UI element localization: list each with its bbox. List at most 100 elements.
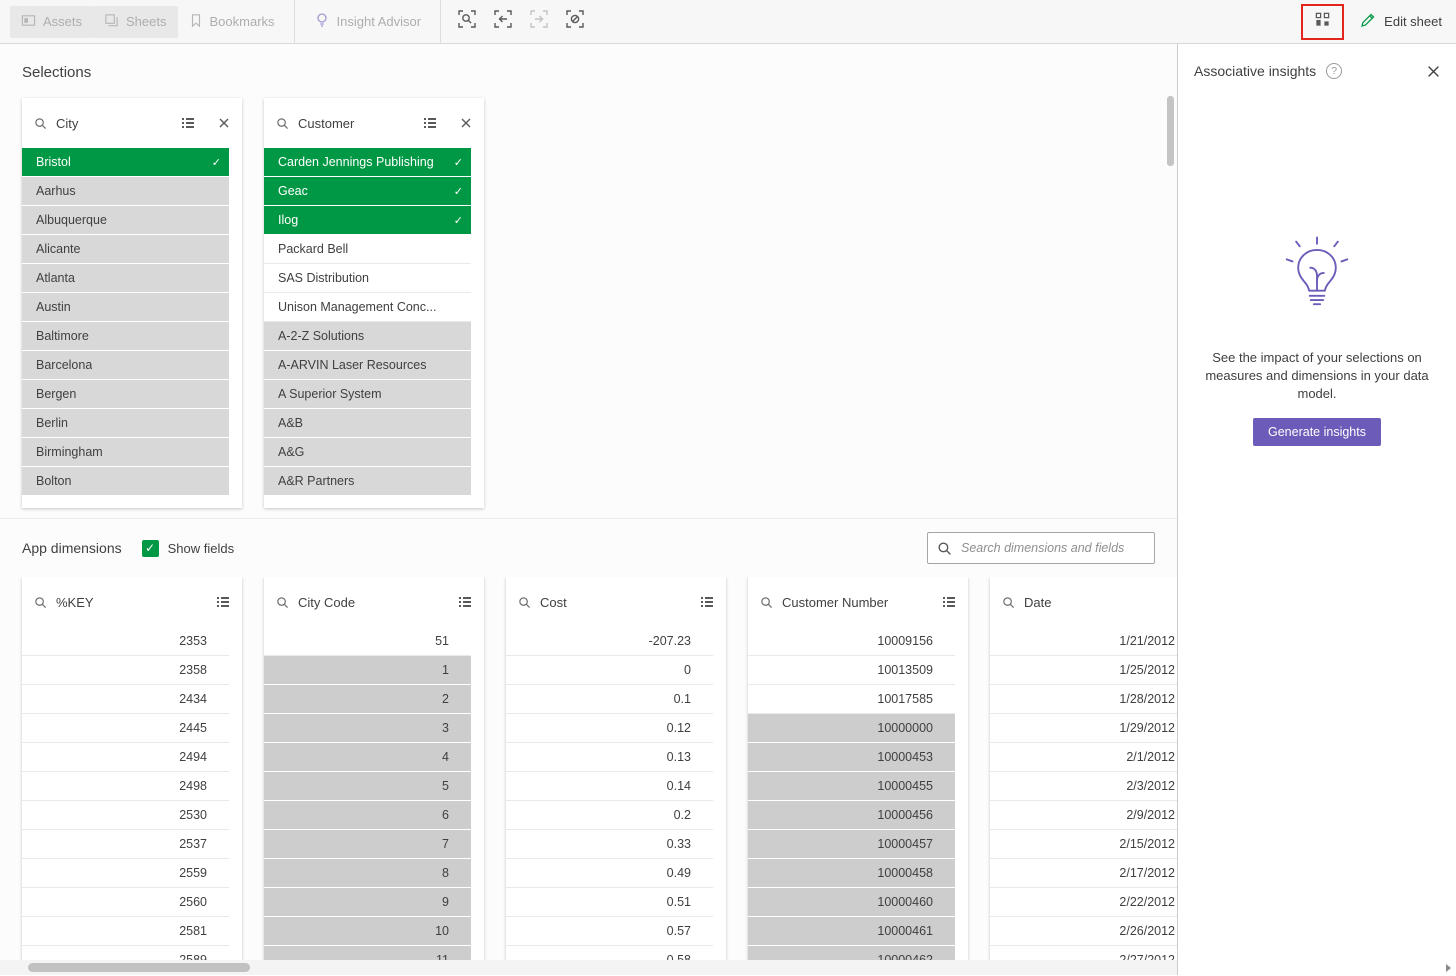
list-item[interactable]: 0.49 [506, 859, 713, 887]
list-item[interactable]: 2/3/2012 [990, 772, 1177, 800]
search-selections-button[interactable] [449, 5, 485, 39]
bookmarks-button[interactable]: Bookmarks [178, 6, 286, 38]
list-item[interactable]: 0.51 [506, 888, 713, 916]
list-item[interactable]: 1/21/2012 [990, 627, 1177, 655]
horizontal-scrollbar-thumb[interactable] [28, 963, 250, 972]
list-item[interactable]: Birmingham [22, 438, 229, 466]
list-item[interactable]: 2/22/2012 [990, 888, 1177, 916]
search-dimensions-input[interactable] [927, 532, 1155, 564]
list-item[interactable]: 1/29/2012 [990, 714, 1177, 742]
list-item[interactable]: 8 [264, 859, 471, 887]
list-item[interactable]: Packard Bell [264, 235, 471, 263]
close-panel-icon[interactable] [1427, 65, 1440, 78]
search-icon[interactable] [518, 596, 531, 609]
list-item[interactable]: Bristol [22, 148, 229, 176]
horizontal-scrollbar[interactable] [0, 960, 1177, 975]
list-item[interactable]: Geac [264, 177, 471, 205]
list-item[interactable]: 1/28/2012 [990, 685, 1177, 713]
list-item[interactable]: 1 [264, 656, 471, 684]
scroll-right-arrow[interactable] [1446, 964, 1451, 972]
list-item[interactable]: Ilog [264, 206, 471, 234]
list-item[interactable]: 2498 [22, 772, 229, 800]
search-icon[interactable] [34, 596, 47, 609]
list-icon[interactable] [181, 116, 195, 130]
list-item[interactable]: 3 [264, 714, 471, 742]
list-item[interactable]: 2/17/2012 [990, 859, 1177, 887]
search-icon[interactable] [34, 117, 47, 130]
list-item[interactable]: Barcelona [22, 351, 229, 379]
list-item[interactable]: Bergen [22, 380, 229, 408]
clear-selections-button[interactable] [557, 5, 593, 39]
list-item[interactable]: 10017585 [748, 685, 955, 713]
selections-tool-button[interactable] [1314, 11, 1331, 33]
list-item[interactable]: Atlanta [22, 264, 229, 292]
close-icon[interactable] [460, 117, 472, 129]
search-icon[interactable] [276, 596, 289, 609]
list-item[interactable]: 2 [264, 685, 471, 713]
list-item[interactable]: 2353 [22, 627, 229, 655]
list-icon[interactable] [423, 116, 437, 130]
list-item[interactable]: A&R Partners [264, 467, 471, 495]
help-icon[interactable]: ? [1326, 63, 1342, 79]
list-item[interactable]: 4 [264, 743, 471, 771]
list-item[interactable]: 2445 [22, 714, 229, 742]
list-item[interactable]: 2/15/2012 [990, 830, 1177, 858]
list-item[interactable]: 10000461 [748, 917, 955, 945]
list-item[interactable]: 10013509 [748, 656, 955, 684]
list-item[interactable]: 2494 [22, 743, 229, 771]
list-item[interactable]: 2581 [22, 917, 229, 945]
list-icon[interactable] [942, 595, 956, 609]
list-item[interactable]: 10000457 [748, 830, 955, 858]
assets-button[interactable]: Assets [10, 6, 93, 38]
list-item[interactable]: 0.57 [506, 917, 713, 945]
list-icon[interactable] [700, 595, 714, 609]
insight-advisor-button[interactable]: Insight Advisor [303, 5, 433, 38]
list-item[interactable]: 2537 [22, 830, 229, 858]
list-icon[interactable] [216, 595, 230, 609]
list-item[interactable]: 0.14 [506, 772, 713, 800]
close-icon[interactable] [218, 117, 230, 129]
step-forward-button[interactable] [521, 5, 557, 39]
list-item[interactable]: 7 [264, 830, 471, 858]
edit-sheet-button[interactable]: Edit sheet [1360, 12, 1442, 31]
list-item[interactable]: Albuquerque [22, 206, 229, 234]
list-icon[interactable] [458, 595, 472, 609]
list-item[interactable]: 10000458 [748, 859, 955, 887]
list-item[interactable]: Bolton [22, 467, 229, 495]
list-item[interactable]: 10000453 [748, 743, 955, 771]
list-item[interactable]: Unison Management Conc... [264, 293, 471, 321]
list-item[interactable]: 2/1/2012 [990, 743, 1177, 771]
search-icon[interactable] [760, 596, 773, 609]
search-icon[interactable] [276, 117, 289, 130]
list-item[interactable]: 0 [506, 656, 713, 684]
list-item[interactable]: 5 [264, 772, 471, 800]
list-item[interactable]: 10000455 [748, 772, 955, 800]
show-fields-checkbox[interactable] [142, 540, 159, 557]
list-item[interactable]: Carden Jennings Publishing [264, 148, 471, 176]
list-item[interactable]: 2/9/2012 [990, 801, 1177, 829]
list-item[interactable]: Aarhus [22, 177, 229, 205]
list-item[interactable]: 2559 [22, 859, 229, 887]
list-item[interactable]: 10000456 [748, 801, 955, 829]
list-item[interactable]: 0.1 [506, 685, 713, 713]
list-item[interactable]: A Superior System [264, 380, 471, 408]
list-item[interactable]: Austin [22, 293, 229, 321]
list-item[interactable]: Berlin [22, 409, 229, 437]
list-item[interactable]: Baltimore [22, 322, 229, 350]
list-item[interactable]: 2560 [22, 888, 229, 916]
list-item[interactable]: 0.33 [506, 830, 713, 858]
list-item[interactable]: Alicante [22, 235, 229, 263]
generate-insights-button[interactable]: Generate insights [1253, 418, 1381, 446]
list-item[interactable]: 9 [264, 888, 471, 916]
list-item[interactable]: 10 [264, 917, 471, 945]
list-item[interactable]: 2434 [22, 685, 229, 713]
list-item[interactable]: 0.2 [506, 801, 713, 829]
list-item[interactable]: 0.12 [506, 714, 713, 742]
list-item[interactable]: 10000460 [748, 888, 955, 916]
search-icon[interactable] [1002, 596, 1015, 609]
list-item[interactable]: 10000000 [748, 714, 955, 742]
list-item[interactable]: A-2-Z Solutions [264, 322, 471, 350]
list-item[interactable]: -207.23 [506, 627, 713, 655]
list-item[interactable]: A&G [264, 438, 471, 466]
list-item[interactable]: SAS Distribution [264, 264, 471, 292]
